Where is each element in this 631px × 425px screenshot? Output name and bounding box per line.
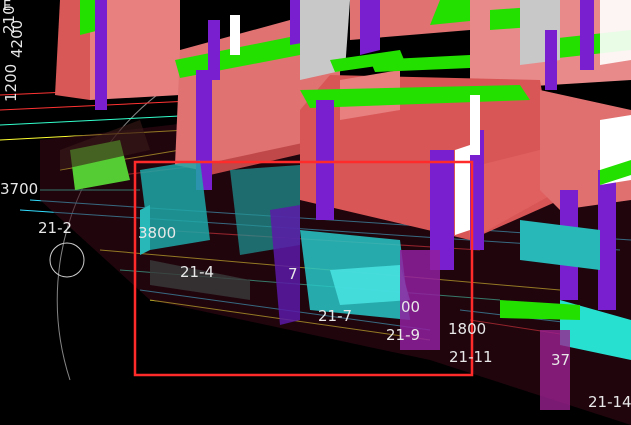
3d-model-viewport[interactable]: 210 4200 1200 E 3700 21-2 3800 21-4 7 00… [0,0,631,425]
dimension-label-1200: 1200 [2,63,20,102]
grid-label-21-2[interactable]: 21-2 [38,221,72,236]
dimension-label-7: 7 [288,265,298,283]
dimension-label-4200: 4200 [8,19,26,58]
building-block-left [55,0,180,110]
dimension-label-3700: 3700 [0,180,39,198]
top-left-glyph: E [3,0,12,14]
dimension-label-3800: 3800 [138,224,177,242]
grid-label-21-4[interactable]: 21-4 [180,265,214,280]
building-model-scene[interactable] [0,0,631,425]
dimension-label-00: 00 [401,298,421,316]
grid-label-21-7[interactable]: 21-7 [318,309,352,324]
dimension-label-1800: 1800 [448,320,487,338]
grid-label-21-9[interactable]: 21-9 [386,328,420,343]
building-block-top-right [470,0,631,90]
grid-label-21-11[interactable]: 21-11 [449,350,493,365]
grid-bubble-21-2 [49,242,85,278]
dimension-label-37: 37 [551,351,571,369]
grid-label-21-14[interactable]: 21-14 [588,395,631,410]
